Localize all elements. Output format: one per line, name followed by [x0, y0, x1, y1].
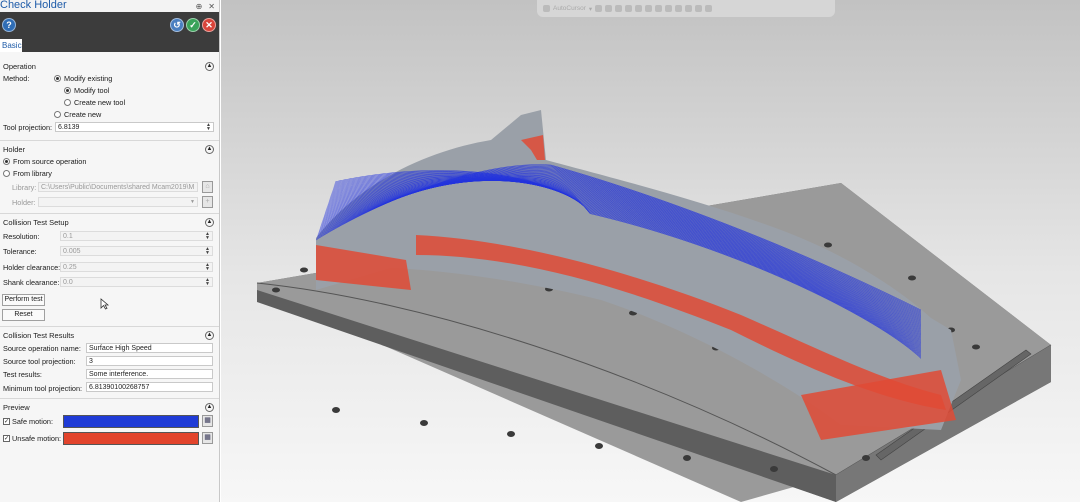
tolerance-value: 0.005 — [63, 248, 81, 255]
test-results-label: Test results: — [3, 370, 42, 379]
collapse-icon[interactable]: ▲ — [205, 330, 214, 340]
modify-tool-label: Modify tool — [74, 85, 110, 95]
tab-basic[interactable]: Basic — [0, 39, 22, 52]
radio-create-new-tool[interactable] — [64, 98, 71, 106]
create-new-tool-label: Create new tool — [74, 97, 126, 107]
unsafe-motion-label: Unsafe motion: — [12, 434, 62, 443]
radio-modify-existing[interactable] — [54, 74, 61, 82]
holder-clearance-input[interactable]: 0.25 ▲ ▼ — [60, 262, 213, 272]
spinner-icon[interactable]: ▲ ▼ — [206, 123, 211, 131]
holder-label: Holder: — [12, 198, 36, 207]
section-operation-title: Operation — [3, 61, 36, 71]
radio-create-new[interactable] — [54, 110, 61, 118]
section-holder[interactable]: Holder ▲ — [0, 143, 219, 155]
spinner-icon[interactable]: ▲ ▼ — [205, 247, 210, 255]
reset-button[interactable]: Reset — [2, 309, 45, 321]
library-path-input[interactable]: C:\Users\Public\Documents\shared Mcam201… — [38, 182, 198, 192]
resolution-value: 0.1 — [63, 233, 73, 240]
tab-row: Basic — [0, 38, 219, 52]
graphics-viewport[interactable]: AutoCursor ▾ — [221, 0, 1080, 502]
tolerance-input[interactable]: 0.005 ▲ ▼ — [60, 246, 213, 256]
spinner-icon[interactable]: ▲ ▼ — [205, 232, 210, 240]
radio-from-library[interactable] — [3, 169, 10, 177]
section-collision-results-title: Collision Test Results — [3, 330, 75, 340]
min-proj-field: 6.81390100268757 — [86, 382, 213, 392]
source-op-label: Source operation name: — [3, 343, 81, 353]
perform-test-button[interactable]: Perform test — [2, 294, 45, 306]
panel-titlebar: Check Holder ⊕ ✕ — [0, 0, 219, 12]
section-holder-title: Holder — [3, 144, 26, 154]
source-op-field: Surface High Speed — [86, 343, 213, 353]
min-proj-label: Minimum tool projection: — [3, 383, 83, 393]
radio-modify-tool[interactable] — [64, 86, 71, 94]
resolution-label: Resolution: — [3, 231, 40, 241]
panel-content: Operation ▲ Method: Modify existing Modi… — [0, 52, 219, 502]
close-icon[interactable]: ✕ — [208, 2, 215, 11]
panel-actions-bar: ? ↺ ✓ ✕ — [0, 12, 219, 38]
ok-apply-button[interactable]: ↺ — [170, 18, 184, 32]
tolerance-label: Tolerance: — [3, 247, 37, 256]
tool-projection-input[interactable]: 6.8139 ▲ ▼ — [55, 122, 214, 132]
collapse-icon[interactable]: ▲ — [205, 144, 214, 154]
color-picker-icon[interactable]: ▦ — [202, 432, 213, 444]
holder-clearance-label: Holder clearance: — [3, 262, 61, 272]
source-proj-label: Source tool projection: — [3, 357, 76, 366]
collapse-icon[interactable]: ▲ — [205, 217, 214, 227]
pin-icon[interactable]: ⊕ — [196, 2, 203, 11]
section-operation[interactable]: Operation ▲ — [0, 60, 219, 72]
test-results-field: Some interference. — [86, 369, 213, 379]
section-collision-setup[interactable]: Collision Test Setup ▲ — [0, 216, 219, 228]
mouse-cursor-icon — [100, 298, 110, 310]
part-model — [256, 110, 1052, 502]
unsafe-motion-color[interactable] — [63, 432, 199, 445]
color-picker-icon[interactable]: ▦ — [202, 415, 213, 427]
unsafe-motion-checkbox[interactable]: ✓ — [3, 435, 10, 442]
shank-clearance-input[interactable]: 0.0 ▲ ▼ — [60, 277, 213, 287]
method-label: Method: — [3, 73, 30, 83]
add-holder-icon[interactable]: + — [202, 196, 213, 208]
library-label: Library: — [12, 182, 37, 192]
section-preview[interactable]: Preview ▲ — [0, 401, 219, 413]
panel-title: Check Holder — [0, 0, 67, 11]
ok-button[interactable]: ✓ — [186, 18, 200, 32]
safe-motion-label: Safe motion: — [12, 417, 53, 426]
cancel-button[interactable]: ✕ — [202, 18, 216, 32]
collapse-icon[interactable]: ▲ — [205, 402, 214, 412]
safe-motion-color[interactable] — [63, 415, 199, 428]
shank-clearance-value: 0.0 — [63, 279, 73, 286]
collapse-icon[interactable]: ▲ — [205, 61, 214, 71]
create-new-label: Create new — [64, 109, 102, 119]
section-preview-title: Preview — [3, 402, 30, 412]
tool-projection-value: 6.8139 — [58, 124, 80, 131]
source-proj-field: 3 — [86, 356, 213, 366]
section-collision-setup-title: Collision Test Setup — [3, 217, 69, 227]
section-collision-results[interactable]: Collision Test Results ▲ — [0, 329, 219, 341]
safe-motion-checkbox[interactable]: ✓ — [3, 418, 10, 425]
resolution-input[interactable]: 0.1 ▲ ▼ — [60, 231, 213, 241]
holder-select[interactable]: ▼ — [38, 197, 198, 207]
tool-projection-label: Tool projection: — [3, 122, 53, 132]
browse-folder-icon[interactable]: ⌂ — [202, 181, 213, 193]
modify-existing-label: Modify existing — [64, 73, 113, 83]
check-holder-panel: Check Holder ⊕ ✕ ? ↺ ✓ ✕ Basic Operation… — [0, 0, 220, 502]
holder-clearance-value: 0.25 — [63, 264, 77, 271]
shank-clearance-label: Shank clearance: — [3, 278, 60, 287]
help-button[interactable]: ? — [2, 18, 16, 32]
from-library-label: From library — [13, 168, 52, 178]
spinner-icon[interactable]: ▲ ▼ — [205, 263, 210, 271]
spinner-icon[interactable]: ▲ ▼ — [205, 278, 210, 286]
radio-from-source[interactable] — [3, 157, 10, 165]
from-source-label: From source operation — [13, 156, 87, 166]
dropdown-icon[interactable]: ▼ — [190, 198, 195, 206]
